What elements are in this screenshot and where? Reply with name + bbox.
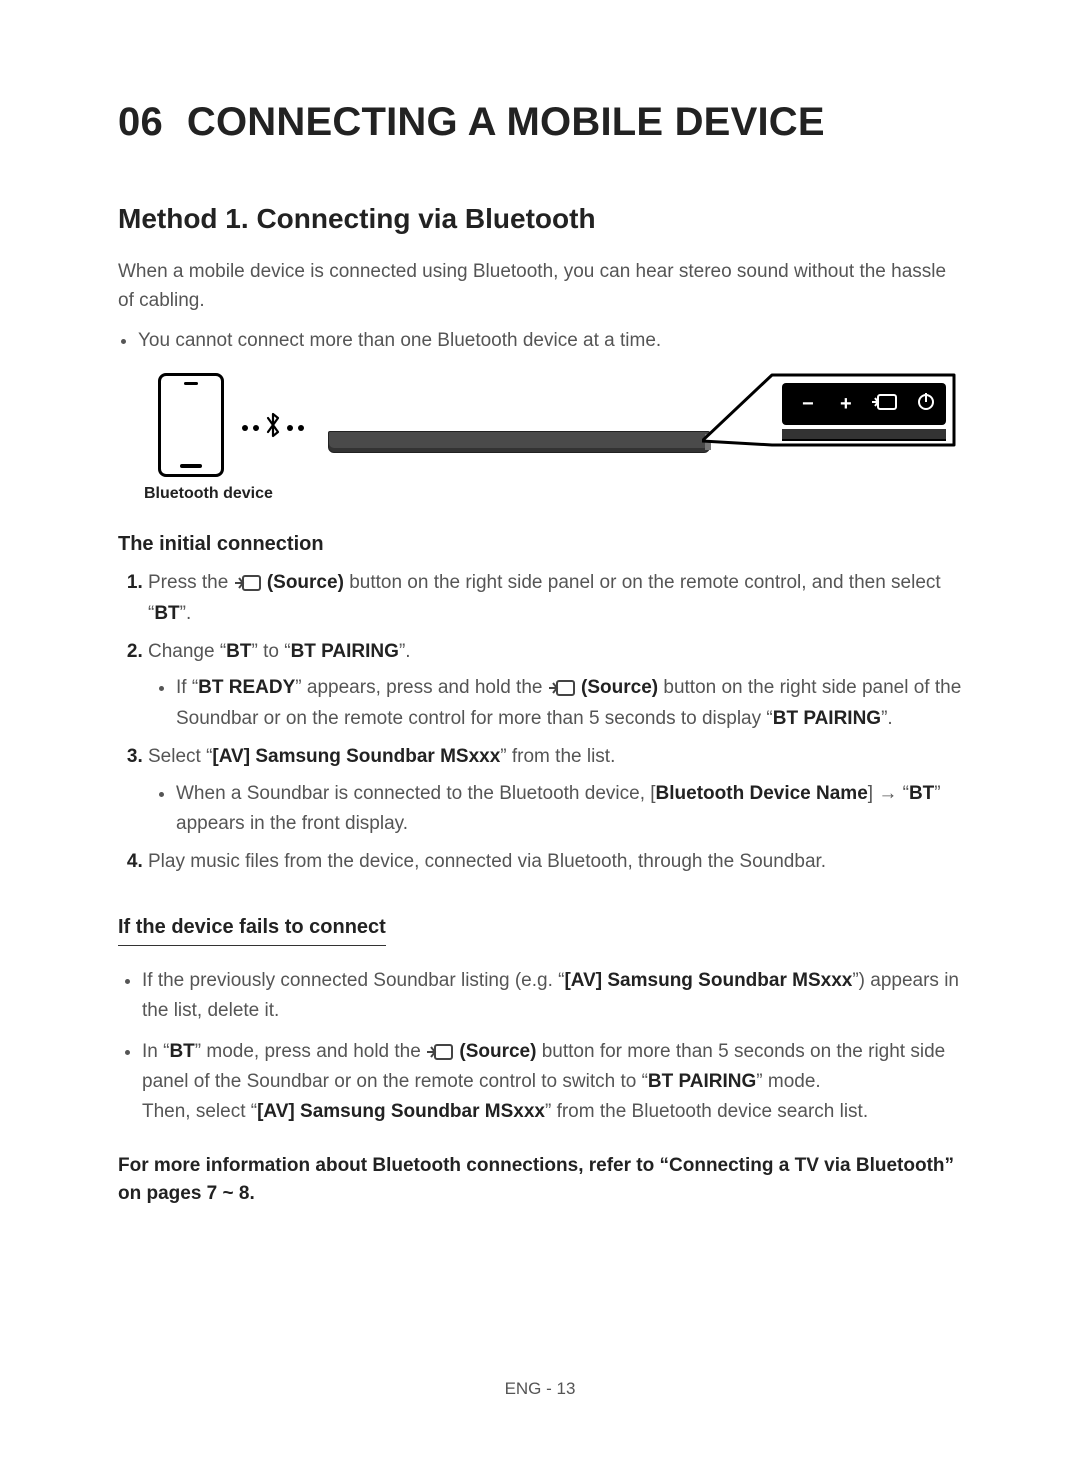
phone-icon [158,373,224,477]
soundbar-icon [328,431,710,453]
diagram-caption: Bluetooth device [144,485,962,503]
side-panel-callout: − + [702,363,962,483]
initial-steps: Press the (Source) button on the right s… [118,568,962,878]
step-2-sub: If “BT READY” appears, press and hold th… [176,673,962,734]
svg-text:−: − [802,393,814,415]
source-icon [548,679,576,697]
subsection-fails-heading: If the device fails to connect [118,916,386,946]
step-1: Press the (Source) button on the right s… [148,568,962,629]
more-info: For more information about Bluetooth con… [118,1152,962,1209]
connection-diagram: − + [118,373,962,477]
fails-item-2: In “BT” mode, press and hold the (Source… [142,1037,962,1128]
manual-page: 06 CONNECTING A MOBILE DEVICE Method 1. C… [0,0,1080,1479]
section-lead: When a mobile device is connected using … [118,257,962,316]
step-2: Change “BT” to “BT PAIRING”. If “BT READ… [148,637,962,734]
fails-item-1: If the previously connected Soundbar lis… [142,966,962,1027]
source-icon [426,1043,454,1061]
page-footer: ENG - 13 [0,1379,1080,1399]
source-icon [234,574,262,592]
bluetooth-icon [264,411,282,444]
step-3-sub: When a Soundbar is connected to the Blue… [176,779,962,840]
fails-list: If the previously connected Soundbar lis… [142,966,962,1128]
svg-text:+: + [840,393,852,415]
chapter-number: 06 [118,100,163,144]
subsection-initial-heading: The initial connection [118,533,962,556]
chapter-title: CONNECTING A MOBILE DEVICE [187,100,825,144]
chapter-heading: 06 CONNECTING A MOBILE DEVICE [118,100,962,145]
section-heading: Method 1. Connecting via Bluetooth [118,203,962,235]
bluetooth-connection-icon [242,411,304,444]
step-4: Play music files from the device, connec… [148,847,962,877]
note-list: You cannot connect more than one Bluetoo… [138,326,962,355]
note-item: You cannot connect more than one Bluetoo… [138,326,962,355]
step-3: Select “[AV] Samsung Soundbar MSxxx” fro… [148,742,962,839]
